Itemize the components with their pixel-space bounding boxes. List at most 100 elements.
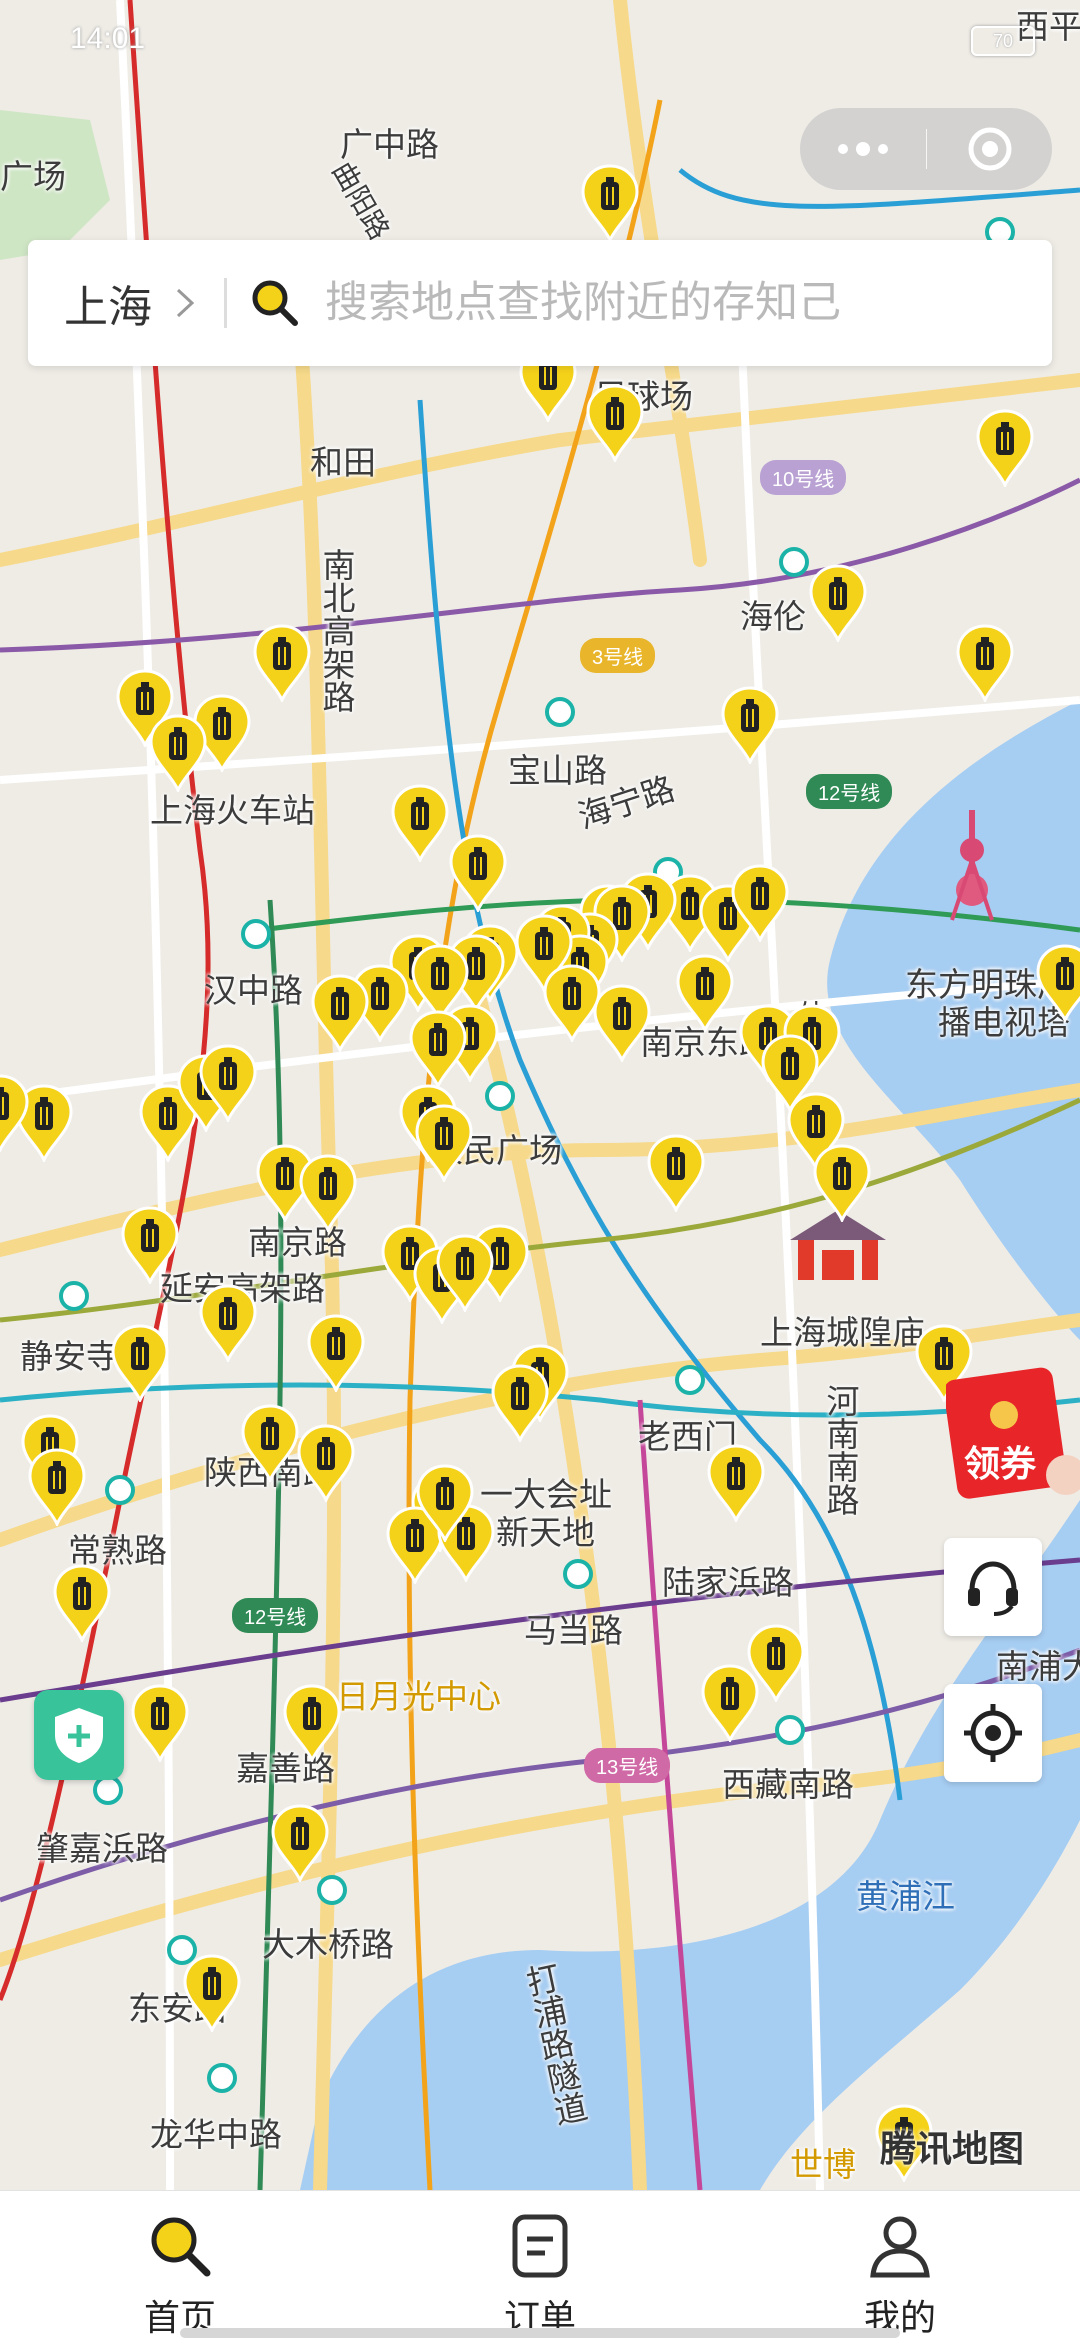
storage-pin-icon[interactable]	[131, 1684, 189, 1762]
map-label: 龙华中路	[150, 2116, 282, 2153]
metro-line-badge: 12号线	[232, 1598, 319, 1633]
locate-button[interactable]	[944, 1684, 1042, 1782]
city-name: 上海	[64, 283, 152, 332]
map-label: 西藏南路	[722, 1766, 854, 1803]
map-label: 大木桥路	[262, 1926, 394, 1963]
storage-pin-icon[interactable]	[241, 1404, 299, 1482]
storage-pin-icon[interactable]	[647, 1134, 705, 1212]
metro-station-icon[interactable]	[105, 1475, 135, 1505]
map-label: 汉中路	[204, 972, 303, 1009]
storage-pin-icon[interactable]	[0, 1074, 29, 1152]
metro-station-icon[interactable]	[59, 1281, 89, 1311]
headset-icon	[968, 1561, 1018, 1616]
safety-button[interactable]	[34, 1690, 124, 1780]
search-input[interactable]	[323, 277, 927, 329]
storage-pin-icon[interactable]	[813, 1144, 871, 1222]
map-label: 河南南路	[822, 1384, 859, 1516]
storage-pin-icon[interactable]	[307, 1314, 365, 1392]
storage-pin-icon[interactable]	[976, 409, 1034, 487]
map-label: 海伦	[740, 598, 806, 635]
storage-pin-icon[interactable]	[311, 974, 369, 1052]
map-label: 新天地	[496, 1514, 595, 1551]
storage-pin-icon[interactable]	[409, 1010, 467, 1088]
metro-station-icon[interactable]	[241, 919, 271, 949]
storage-pin-icon[interactable]	[183, 1954, 241, 2032]
map-label: 上海城隍庙	[760, 1314, 925, 1351]
storage-pin-icon[interactable]	[581, 164, 639, 242]
customer-service-button[interactable]	[944, 1538, 1042, 1636]
storage-pin-icon[interactable]	[491, 1364, 549, 1442]
storage-pin-icon[interactable]	[721, 686, 779, 764]
divider	[224, 278, 227, 328]
metro-station-icon[interactable]	[779, 547, 809, 577]
more-button[interactable]	[800, 108, 926, 190]
storage-pin-icon[interactable]	[391, 784, 449, 862]
map-label: 黄浦江	[856, 1878, 955, 1915]
metro-line-badge: 10号线	[760, 460, 847, 495]
storage-pin-icon[interactable]	[199, 1044, 257, 1122]
tab-bar: 首页 订单 我的	[0, 2190, 1080, 2341]
map-label: 马当路	[524, 1612, 623, 1649]
storage-pin-icon[interactable]	[271, 1804, 329, 1882]
shield-plus-icon	[55, 1708, 103, 1763]
metro-line-badge: 13号线	[584, 1748, 671, 1783]
storage-pin-icon[interactable]	[586, 384, 644, 462]
storage-pin-icon[interactable]	[956, 624, 1014, 702]
metro-station-icon[interactable]	[675, 1365, 705, 1395]
order-icon	[512, 2214, 568, 2278]
storage-pin-icon[interactable]	[707, 1444, 765, 1522]
storage-pin-icon[interactable]	[415, 1104, 473, 1182]
metro-station-icon[interactable]	[485, 1081, 515, 1111]
close-button[interactable]	[927, 108, 1052, 190]
storage-pin-icon[interactable]	[676, 954, 734, 1032]
status-bar: 14:01 70	[0, 0, 1080, 80]
user-icon	[870, 2216, 930, 2278]
battery-icon: 70	[971, 26, 1035, 56]
locate-icon	[964, 1704, 1022, 1762]
metro-station-icon[interactable]	[775, 1715, 805, 1745]
storage-pin-icon[interactable]	[121, 1206, 179, 1284]
search-bar: 上海	[28, 240, 1052, 366]
tab-profile[interactable]: 我的	[720, 2191, 1080, 2341]
map-label: 南北高架路	[318, 548, 355, 713]
storage-pin-icon[interactable]	[111, 1324, 169, 1402]
storage-pin-icon[interactable]	[809, 564, 867, 642]
metro-station-icon[interactable]	[545, 697, 575, 727]
storage-pin-icon[interactable]	[299, 1154, 357, 1232]
tab-orders[interactable]: 订单	[360, 2191, 720, 2341]
map-label: 静安寺	[20, 1338, 119, 1375]
home-indicator	[180, 2328, 900, 2338]
storage-pin-icon[interactable]	[593, 984, 651, 1062]
storage-pin-icon[interactable]	[199, 1284, 257, 1362]
metro-line-badge: 3号线	[580, 638, 656, 673]
storage-pin-icon[interactable]	[543, 964, 601, 1042]
storage-pin-icon[interactable]	[53, 1564, 111, 1642]
storage-pin-icon[interactable]	[149, 714, 207, 792]
miniprogram-capsule	[800, 108, 1052, 190]
search-icon	[151, 2217, 211, 2277]
storage-pin-icon[interactable]	[297, 1424, 355, 1502]
chevron-right-icon	[176, 288, 195, 318]
storage-pin-icon[interactable]	[28, 1448, 86, 1526]
map-label: 肇嘉浜路	[36, 1830, 168, 1867]
map-label: 南浦大桥	[996, 1648, 1080, 1685]
map-label: 陆家浜路	[662, 1564, 794, 1601]
coupon-button[interactable]: 领券	[943, 1365, 1080, 1500]
storage-pin-icon[interactable]	[1036, 944, 1080, 1022]
metro-line-badge: 12号线	[806, 774, 893, 809]
metro-station-icon[interactable]	[207, 2063, 237, 2093]
metro-station-icon[interactable]	[563, 1559, 593, 1589]
map-label: 广场	[0, 158, 66, 195]
city-selector[interactable]: 上海	[64, 271, 204, 335]
tab-home[interactable]: 首页	[0, 2191, 360, 2341]
coupon-label: 领券	[964, 1443, 1037, 1484]
map-watermark: 腾讯地图	[880, 2128, 1025, 2169]
storage-pin-icon[interactable]	[747, 1624, 805, 1702]
storage-pin-icon[interactable]	[436, 1234, 494, 1312]
search-icon	[252, 280, 298, 326]
storage-pin-icon[interactable]	[416, 1464, 474, 1542]
storage-pin-icon[interactable]	[253, 624, 311, 702]
storage-pin-icon[interactable]	[283, 1684, 341, 1762]
storage-pin-icon[interactable]	[449, 834, 507, 912]
storage-pin-icon[interactable]	[731, 864, 789, 942]
